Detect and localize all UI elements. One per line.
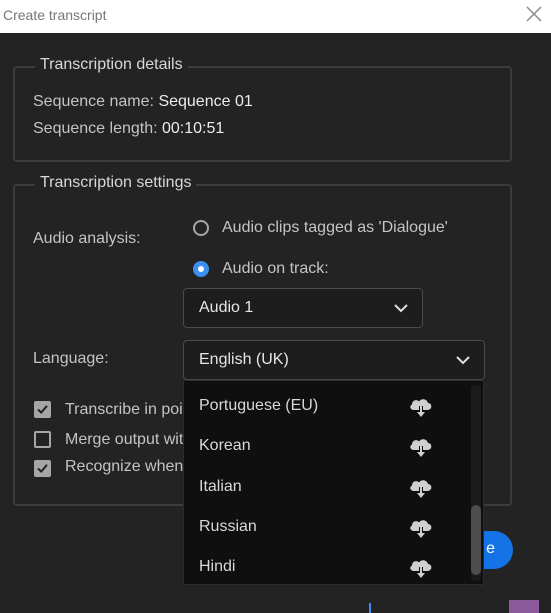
checkbox-recognize[interactable]	[34, 460, 51, 477]
chevron-down-icon	[456, 356, 470, 365]
sequence-length-row: Sequence length: 00:10:51	[33, 120, 224, 138]
window-titlebar: Create transcript	[0, 0, 551, 33]
cloud-download-icon[interactable]	[408, 476, 434, 500]
transcription-settings-legend: Transcription settings	[35, 174, 197, 192]
cloud-download-icon[interactable]	[408, 556, 434, 580]
window-title: Create transcript	[3, 7, 107, 23]
sequence-length-label: Sequence length:	[33, 120, 158, 137]
cloud-download-icon[interactable]	[408, 435, 434, 459]
radio-audio-on-track-label[interactable]: Audio on track:	[222, 260, 329, 278]
radio-dialogue[interactable]	[193, 220, 209, 236]
language-dropdown-menu: Portuguese (EU) Korean Italian Russian H…	[183, 380, 484, 585]
checkbox-merge-output-label[interactable]: Merge output wit	[65, 431, 183, 449]
transcription-details-legend: Transcription details	[35, 56, 188, 74]
checkbox-transcribe-label[interactable]: Transcribe in poir	[65, 401, 188, 419]
create-transcript-button-label: e	[486, 540, 495, 557]
language-option-label: Hindi	[199, 558, 236, 575]
language-select[interactable]: English (UK)	[183, 340, 485, 380]
language-option-label: Korean	[199, 437, 251, 454]
audio-track-select[interactable]: Audio 1	[183, 288, 423, 328]
clip-thumbnail	[509, 600, 539, 613]
audio-track-select-value: Audio 1	[199, 299, 254, 316]
sequence-length-value: 00:10:51	[162, 120, 225, 137]
language-option-label: Italian	[199, 478, 242, 495]
checkmark-icon	[37, 405, 48, 414]
audio-analysis-label: Audio analysis:	[33, 230, 141, 247]
checkmark-icon	[37, 464, 48, 473]
radio-dialogue-label[interactable]: Audio clips tagged as 'Dialogue'	[222, 219, 448, 237]
language-option-label: Portuguese (EU)	[199, 397, 319, 414]
language-option-portuguese-eu[interactable]: Portuguese (EU)	[184, 388, 469, 428]
cloud-download-icon[interactable]	[408, 516, 434, 540]
checkbox-merge-output[interactable]	[34, 431, 51, 448]
close-icon[interactable]	[525, 5, 543, 23]
language-option-italian[interactable]: Italian	[184, 469, 469, 509]
checkbox-transcribe[interactable]	[34, 401, 51, 418]
dropdown-scrollbar-thumb[interactable]	[471, 505, 481, 575]
language-option-korean[interactable]: Korean	[184, 428, 469, 468]
timeline-playhead-marker	[369, 603, 371, 613]
chevron-down-icon	[394, 304, 408, 313]
checkbox-recognize-label[interactable]: Recognize when	[65, 458, 183, 476]
transcription-details-group: Transcription details Sequence name: Seq…	[13, 56, 512, 162]
radio-audio-on-track[interactable]	[193, 261, 209, 277]
cloud-download-icon[interactable]	[408, 395, 434, 419]
language-option-label: Russian	[199, 518, 257, 535]
language-option-russian[interactable]: Russian	[184, 509, 469, 549]
language-select-value: English (UK)	[199, 351, 289, 368]
language-label: Language:	[33, 350, 109, 367]
language-option-hindi[interactable]: Hindi	[184, 549, 469, 589]
sequence-name-value: Sequence 01	[158, 93, 253, 110]
sequence-name-row: Sequence name: Sequence 01	[33, 93, 253, 111]
sequence-name-label: Sequence name:	[33, 93, 154, 110]
